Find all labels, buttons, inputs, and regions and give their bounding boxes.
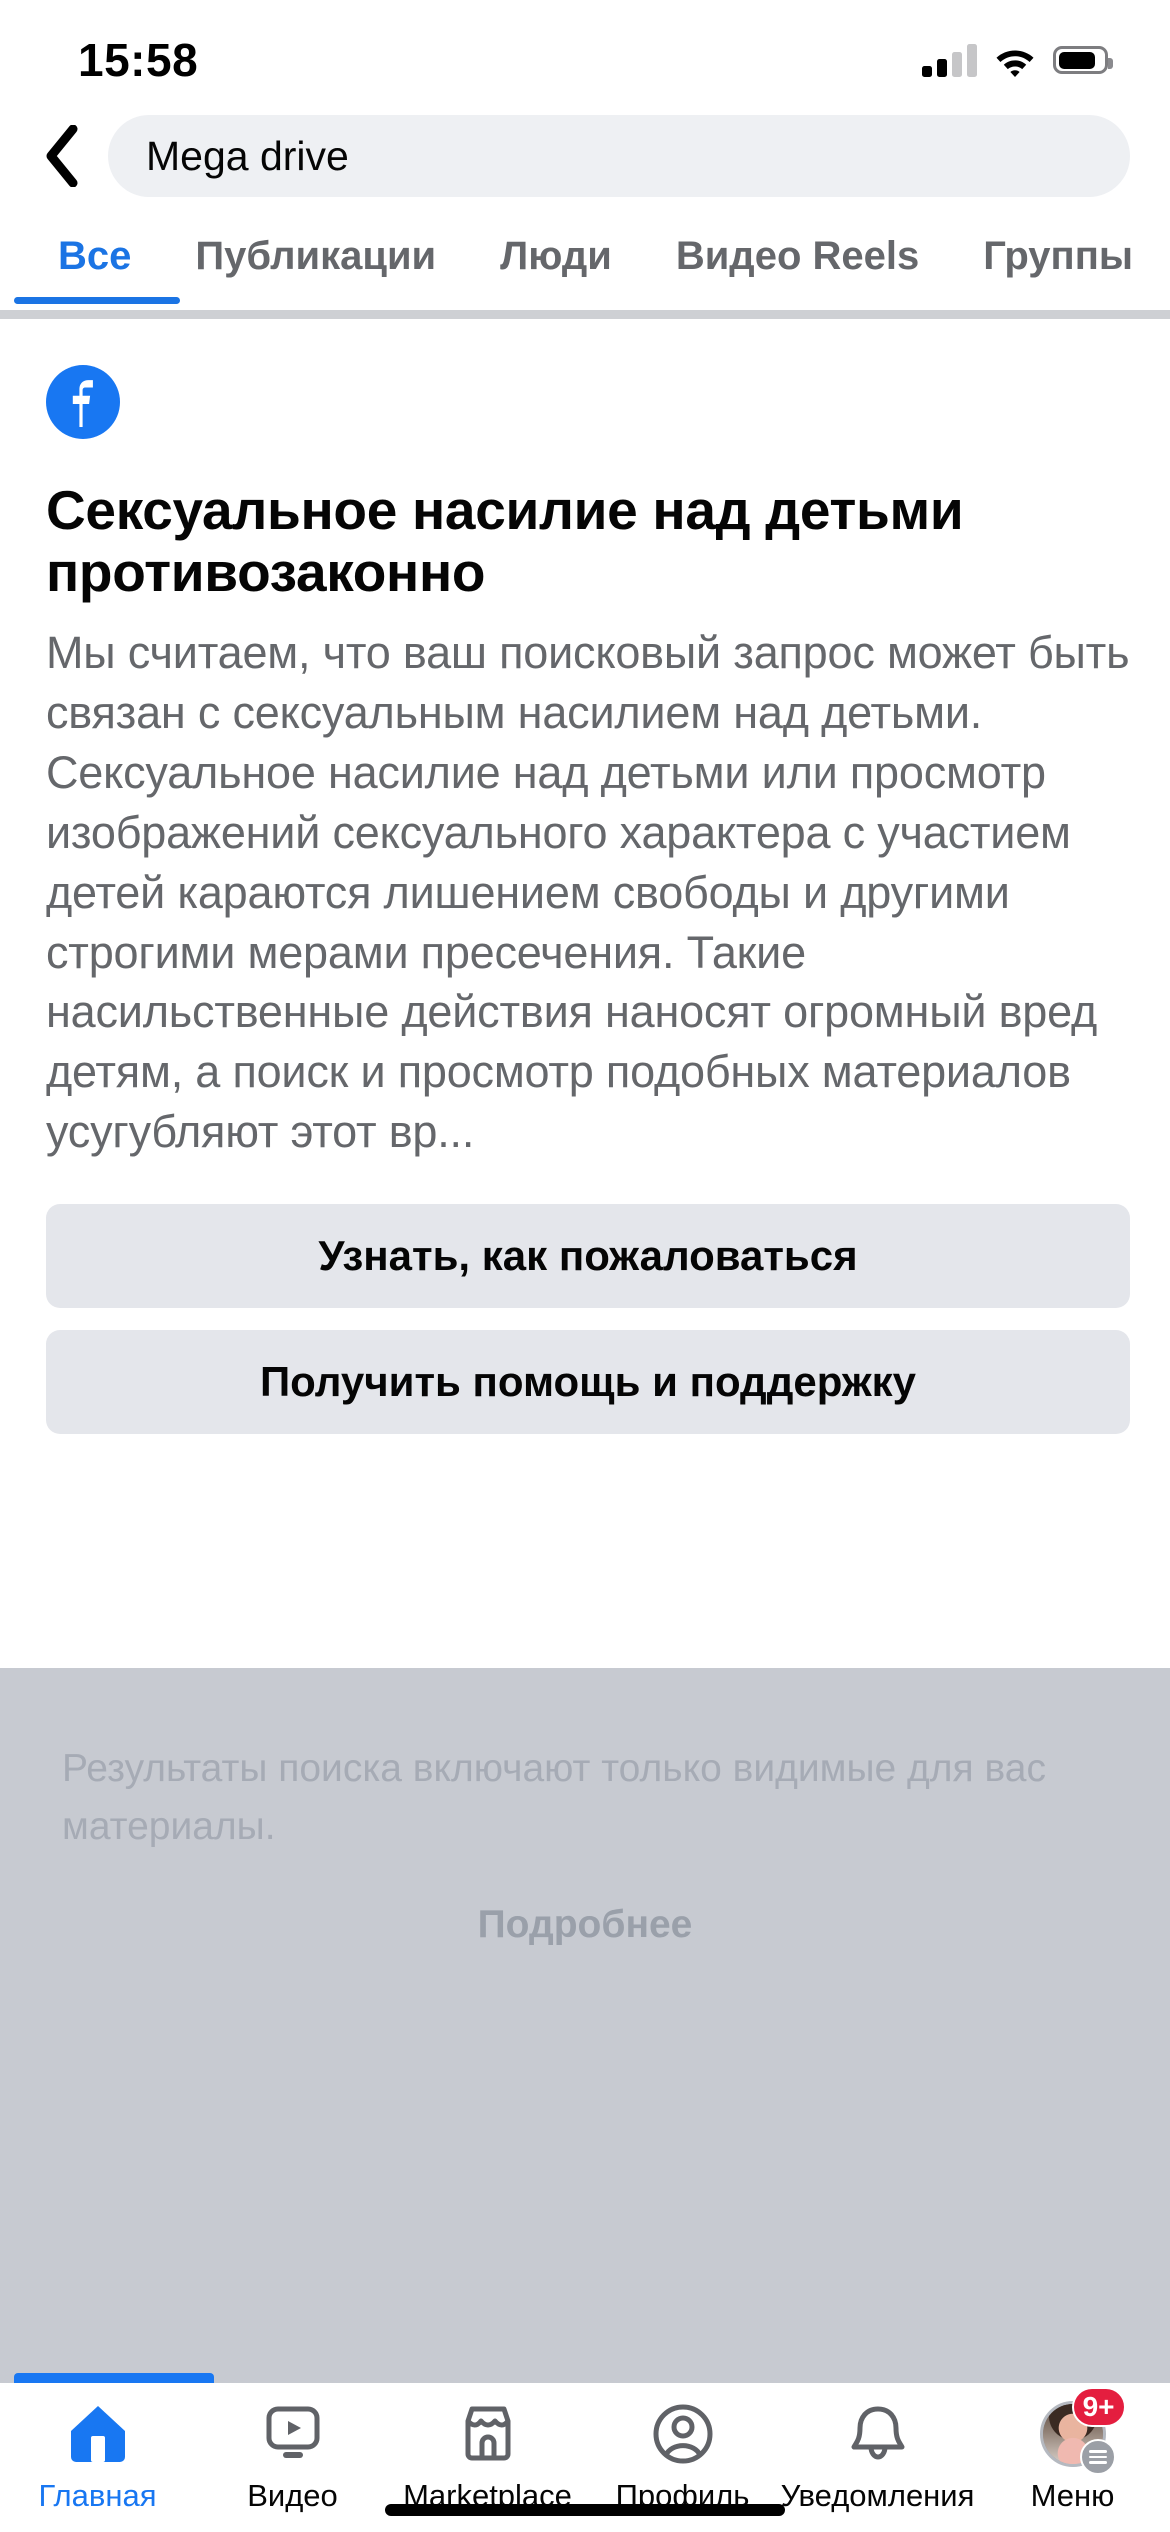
- tab-label: Видео Reels: [675, 233, 920, 278]
- marketplace-icon: [457, 2401, 519, 2467]
- nav-label: Уведомления: [780, 2478, 975, 2513]
- nav-label: Меню: [1030, 2478, 1115, 2513]
- search-query-text: Mega drive: [146, 132, 349, 179]
- home-indicator: [385, 2504, 785, 2516]
- nav-item-profile[interactable]: Профиль: [585, 2401, 780, 2511]
- nav-item-menu[interactable]: 9+ Меню: [975, 2387, 1170, 2513]
- card-body-text: Мы считаем, что ваш поисковый запрос мож…: [46, 627, 1130, 1158]
- tab-label: Все: [58, 233, 132, 278]
- tabs-scroller[interactable]: Все Публикации Люди Видео Reels Группы: [0, 208, 1170, 304]
- bell-icon: [847, 2401, 909, 2467]
- learn-more-link[interactable]: Подробнее: [0, 1903, 1170, 1947]
- facebook-logo-icon: [46, 365, 120, 439]
- search-results-placeholder: Результаты поиска включают только видимы…: [0, 1668, 1170, 2393]
- back-button[interactable]: [26, 121, 96, 191]
- get-help-and-support-button[interactable]: Получить помощь и поддержку: [46, 1329, 1130, 1434]
- visibility-note: Результаты поиска включают только видимы…: [62, 1747, 1046, 1848]
- nav-label: Главная: [38, 2478, 157, 2513]
- home-icon: [68, 2401, 128, 2467]
- nav-item-notifications[interactable]: Уведомления: [780, 2401, 975, 2511]
- tab-label: Публикации: [195, 233, 437, 278]
- nav-item-home[interactable]: Главная: [0, 2401, 195, 2511]
- back-chevron-icon: [41, 125, 81, 187]
- tab-label: Группы: [983, 233, 1134, 278]
- cellular-signal-icon: [922, 43, 977, 77]
- tab-all[interactable]: Все: [26, 208, 163, 304]
- status-time: 15:58: [78, 34, 199, 86]
- status-indicators: [922, 43, 1113, 77]
- active-tab-underline: [14, 297, 180, 304]
- tab-posts[interactable]: Публикации: [163, 208, 468, 304]
- battery-icon: [1053, 46, 1113, 74]
- nav-item-video[interactable]: Видео: [195, 2401, 390, 2511]
- tabs-divider: [0, 310, 1170, 319]
- video-icon: [262, 2401, 324, 2467]
- search-input[interactable]: Mega drive: [108, 115, 1130, 197]
- profile-icon: [652, 2401, 714, 2467]
- card-title: Сексуальное насилие над детьми противоза…: [46, 479, 964, 604]
- search-filter-tabs: Все Публикации Люди Видео Reels Группы: [0, 208, 1170, 316]
- nav-label: Видео: [247, 2478, 338, 2513]
- hamburger-icon: [1079, 2439, 1116, 2475]
- learn-how-to-report-button[interactable]: Узнать, как пожаловаться: [46, 1203, 1130, 1308]
- card-actions: Узнать, как пожаловаться Получить помощь…: [46, 1203, 1130, 1434]
- warning-card: Сексуальное насилие над детьми противоза…: [0, 319, 1170, 1456]
- tab-groups[interactable]: Группы: [951, 208, 1165, 304]
- search-header: Mega drive: [0, 104, 1170, 208]
- menu-avatar-icon: 9+: [1039, 2387, 1126, 2475]
- nav-item-marketplace[interactable]: Marketplace: [390, 2401, 585, 2511]
- tab-people[interactable]: Люди: [468, 208, 644, 304]
- tab-label: Люди: [500, 233, 612, 278]
- tab-video-reels[interactable]: Видео Reels: [644, 208, 951, 304]
- status-bar: 15:58: [0, 0, 1170, 100]
- notification-badge: 9+: [1071, 2387, 1126, 2427]
- wifi-icon: [993, 43, 1037, 77]
